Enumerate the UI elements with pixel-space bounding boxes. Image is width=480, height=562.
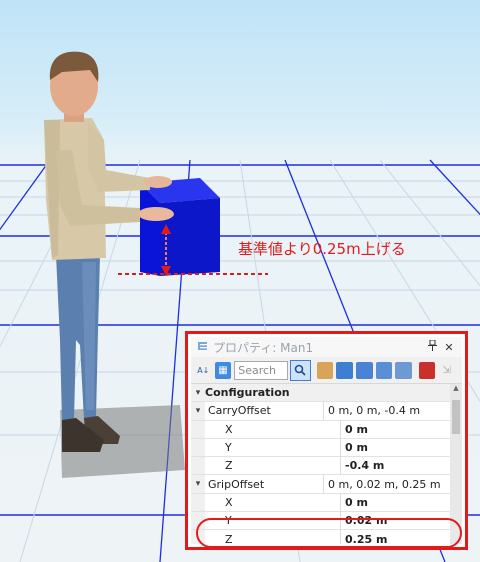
align-tool-icon[interactable] bbox=[375, 361, 393, 379]
property-name: X bbox=[205, 493, 341, 512]
property-name: Y bbox=[205, 512, 341, 530]
property-name: Z bbox=[205, 457, 341, 475]
property-value[interactable]: -0.4 m bbox=[341, 457, 450, 475]
property-name: Y bbox=[205, 438, 341, 457]
property-name: GripOffset bbox=[205, 475, 324, 493]
carryoffset-expander[interactable]: ▾ bbox=[191, 402, 205, 420]
search-input[interactable]: Search bbox=[234, 360, 289, 380]
scroll-thumb[interactable] bbox=[452, 400, 460, 434]
script-tool-icon[interactable] bbox=[395, 361, 412, 379]
category-view-icon[interactable]: ▦ bbox=[214, 361, 232, 379]
property-row-grip-x[interactable]: X 0 m bbox=[191, 493, 450, 513]
panel-titlebar[interactable]: プロパティ: Man1 ✕ bbox=[191, 337, 462, 357]
property-name: CarryOffset bbox=[205, 402, 324, 420]
property-row-grip-z[interactable]: Z 0.25 m bbox=[191, 530, 450, 544]
property-value[interactable]: 0 m, 0.02 m, 0.25 m bbox=[324, 475, 450, 493]
property-name: Z bbox=[205, 530, 341, 544]
dice-tool-icon[interactable] bbox=[418, 361, 436, 379]
property-name: X bbox=[205, 420, 341, 438]
category-row-configuration[interactable]: ▾ Configuration bbox=[191, 384, 450, 403]
panel-title: プロパティ: Man1 bbox=[213, 340, 314, 355]
category-expander[interactable]: ▾ bbox=[191, 384, 205, 402]
property-row-gripoffset[interactable]: ▾ GripOffset 0 m, 0.02 m, 0.25 m bbox=[191, 475, 450, 494]
property-grid: ▾ Configuration ▾ CarryOffset 0 m, 0 m, … bbox=[191, 384, 450, 544]
pin-icon[interactable] bbox=[425, 339, 439, 354]
property-value[interactable]: 0.25 m bbox=[341, 530, 450, 544]
panel-toolbar: A↓ ▦ Search ⇲ bbox=[191, 357, 462, 384]
category-label: Configuration bbox=[205, 384, 450, 402]
properties-icon bbox=[197, 340, 209, 355]
panel-scrollbar[interactable]: ▲ bbox=[450, 384, 462, 544]
close-icon[interactable]: ✕ bbox=[442, 341, 456, 354]
property-value[interactable]: 0 m bbox=[341, 493, 450, 512]
blue-box[interactable] bbox=[140, 178, 220, 276]
properties-panel: プロパティ: Man1 ✕ A↓ ▦ Search ⇲ ▾ Configurat… bbox=[191, 337, 462, 544]
property-row-carry-y[interactable]: Y 0 m bbox=[191, 438, 450, 458]
more-tool-icon[interactable]: ⇲ bbox=[438, 362, 455, 379]
edit-tool-icon[interactable] bbox=[316, 361, 334, 379]
property-value[interactable]: 0 m, 0 m, -0.4 m bbox=[324, 402, 450, 420]
properties-panel-outline: プロパティ: Man1 ✕ A↓ ▦ Search ⇲ ▾ Configurat… bbox=[185, 331, 468, 550]
magnifier-icon[interactable] bbox=[290, 359, 311, 381]
property-value[interactable]: 0 m bbox=[341, 420, 450, 438]
property-row-carry-z[interactable]: Z -0.4 m bbox=[191, 457, 450, 476]
property-value[interactable]: 0.02 m bbox=[341, 512, 450, 530]
scroll-up-icon[interactable]: ▲ bbox=[450, 384, 462, 396]
property-value[interactable]: 0 m bbox=[341, 438, 450, 457]
offset-annotation: 基準値より0.25m上げる bbox=[238, 240, 406, 258]
property-row-carry-x[interactable]: X 0 m bbox=[191, 420, 450, 439]
object-tool-icon[interactable] bbox=[355, 361, 373, 379]
gripoffset-expander[interactable]: ▾ bbox=[191, 475, 205, 493]
sort-az-icon[interactable]: A↓ bbox=[195, 362, 212, 379]
export-tool-icon[interactable] bbox=[336, 361, 353, 379]
property-row-grip-y[interactable]: Y 0.02 m bbox=[191, 512, 450, 531]
property-row-carryoffset[interactable]: ▾ CarryOffset 0 m, 0 m, -0.4 m bbox=[191, 402, 450, 421]
